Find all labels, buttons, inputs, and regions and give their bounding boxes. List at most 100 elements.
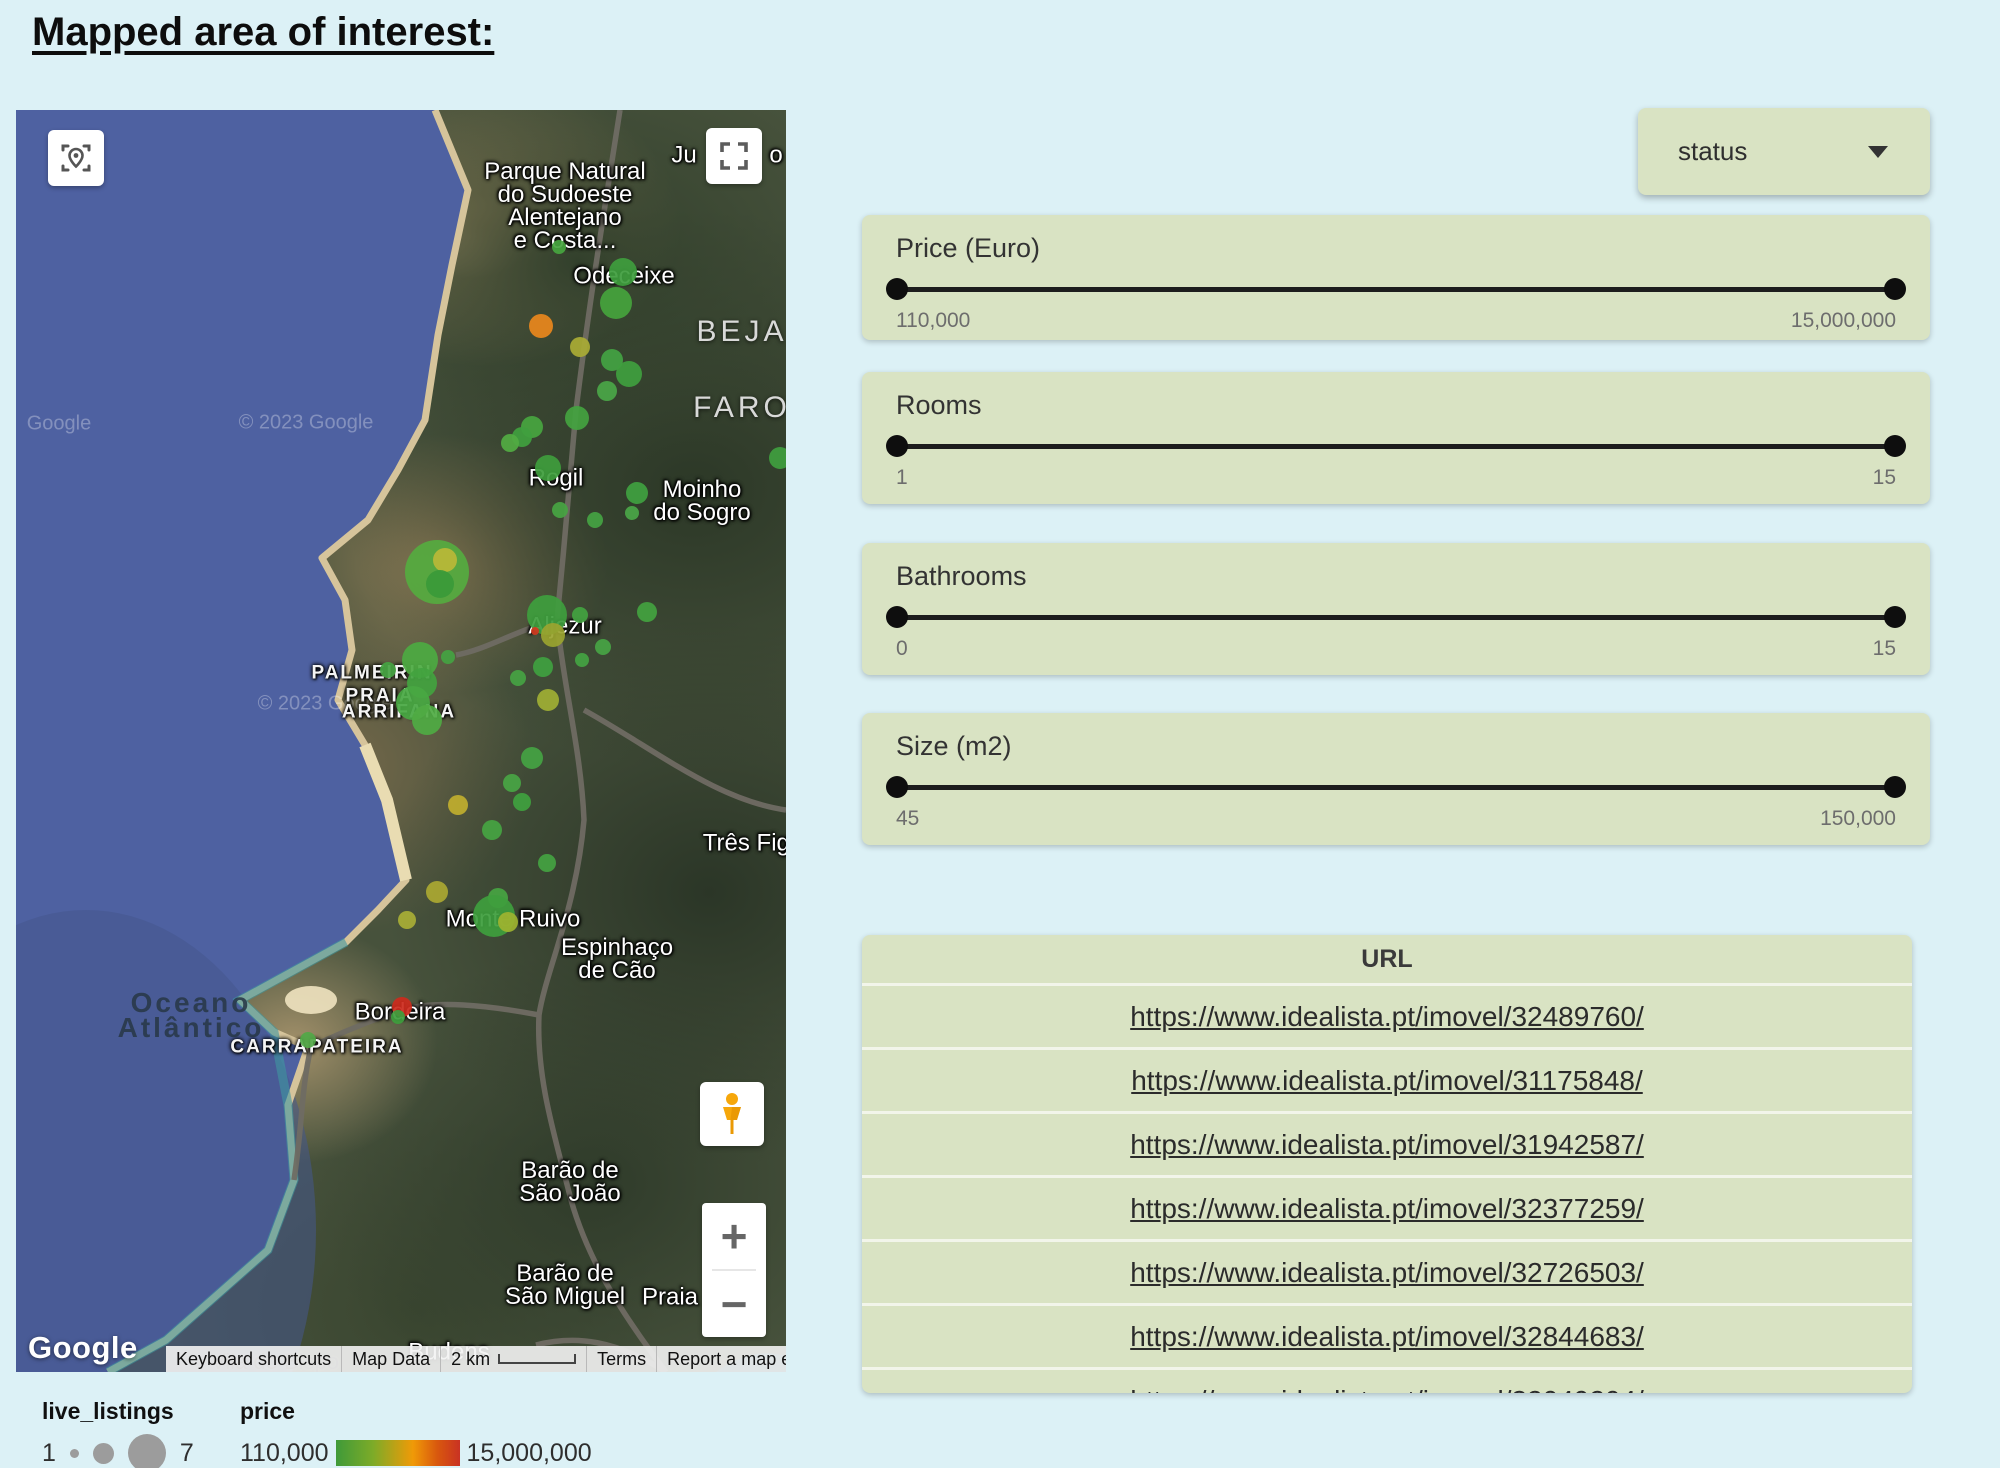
slider-label: Price (Euro) <box>896 233 1040 264</box>
listing-link[interactable]: https://www.idealista.pt/imovel/32844683… <box>1130 1321 1644 1353</box>
table-row: https://www.idealista.pt/imovel/32844683… <box>862 1303 1912 1367</box>
listing-dot[interactable] <box>552 502 568 518</box>
listing-dot[interactable] <box>572 607 588 623</box>
listing-dot[interactable] <box>533 657 553 677</box>
slider-label: Rooms <box>896 390 982 421</box>
dashboard-page: Mapped area of interest: Google© 2023 Go… <box>0 0 2000 1468</box>
map-canvas[interactable]: Google© 2023 Google© 2023 Google Parque … <box>16 110 786 1372</box>
report-map-error-link[interactable]: Report a map error <box>656 1346 786 1372</box>
scale-label: 2 km <box>451 1349 490 1370</box>
listing-dot[interactable] <box>538 854 556 872</box>
map-label-ju-fragment: Ju <box>671 144 696 167</box>
slider-min-value: 1 <box>896 466 908 490</box>
listing-dot[interactable] <box>510 670 526 686</box>
terms-link[interactable]: Terms <box>586 1346 656 1372</box>
listing-dot[interactable] <box>391 1010 405 1024</box>
listing-dot[interactable] <box>609 258 637 286</box>
slider-min-value: 45 <box>896 807 919 831</box>
listing-dot[interactable] <box>535 455 561 481</box>
slider-track[interactable] <box>896 615 1896 620</box>
listing-dot[interactable] <box>380 662 396 678</box>
slider-handle-max[interactable] <box>1884 278 1906 300</box>
table-row: https://www.idealista.pt/imovel/32377259… <box>862 1175 1912 1239</box>
map-label-parque-natural: Parque Naturaldo SudoesteAlentejanoe Cos… <box>484 160 645 252</box>
slider-track[interactable] <box>896 785 1896 790</box>
zoom-control: + − <box>702 1203 766 1337</box>
listing-dot[interactable] <box>587 512 603 528</box>
zoom-in-button[interactable]: + <box>702 1203 766 1269</box>
listing-dot[interactable] <box>600 287 632 319</box>
listing-dot[interactable] <box>412 705 442 735</box>
size-legend-title: live_listings <box>42 1398 174 1425</box>
listing-link[interactable]: https://www.idealista.pt/imovel/32726503… <box>1130 1257 1644 1289</box>
listing-dot[interactable] <box>570 337 590 357</box>
listing-dot[interactable] <box>503 774 521 792</box>
listing-link[interactable]: https://www.idealista.pt/imovel/32049204… <box>1130 1385 1644 1394</box>
listing-dot[interactable] <box>565 406 589 430</box>
area-select-button[interactable] <box>48 130 104 186</box>
slider-handle-max[interactable] <box>1884 606 1906 628</box>
listing-dot[interactable] <box>426 570 454 598</box>
map-label-faro: FARO <box>693 391 786 425</box>
slider-handle-max[interactable] <box>1884 776 1906 798</box>
price-legend-row: 110,000 15,000,000 <box>240 1434 592 1468</box>
listing-dot[interactable] <box>426 881 448 903</box>
fullscreen-button[interactable] <box>706 128 762 184</box>
listing-dot[interactable] <box>531 627 539 635</box>
listing-dot[interactable] <box>575 653 589 667</box>
listing-dot[interactable] <box>398 911 416 929</box>
listing-dot[interactable] <box>498 912 518 932</box>
size-legend-min: 1 <box>42 1439 56 1468</box>
price-legend-min: 110,000 <box>240 1439 329 1468</box>
slider-handle-min[interactable] <box>886 776 908 798</box>
listing-dot[interactable] <box>541 623 565 647</box>
listing-dot[interactable] <box>637 602 657 622</box>
listing-link[interactable]: https://www.idealista.pt/imovel/31175848… <box>1131 1065 1643 1097</box>
slider-handle-min[interactable] <box>886 606 908 628</box>
size-legend-row: 1 7 <box>42 1434 194 1468</box>
listing-dot[interactable] <box>433 548 457 572</box>
listing-dot[interactable] <box>625 506 639 520</box>
listing-link[interactable]: https://www.idealista.pt/imovel/32377259… <box>1130 1193 1644 1225</box>
slider-max-value: 15 <box>1873 637 1896 661</box>
listing-link[interactable]: https://www.idealista.pt/imovel/31942587… <box>1130 1129 1644 1161</box>
listing-dot[interactable] <box>300 1032 316 1048</box>
listing-dot[interactable] <box>441 650 455 664</box>
listing-dot[interactable] <box>616 361 642 387</box>
listing-link[interactable]: https://www.idealista.pt/imovel/32489760… <box>1130 1001 1644 1033</box>
listing-dot[interactable] <box>482 820 502 840</box>
slider-handle-min[interactable] <box>886 278 908 300</box>
google-logo[interactable]: Google <box>28 1330 138 1366</box>
table-row: https://www.idealista.pt/imovel/31942587… <box>862 1111 1912 1175</box>
listing-dot[interactable] <box>513 793 531 811</box>
listing-dot[interactable] <box>552 240 566 254</box>
listing-dot[interactable] <box>769 447 786 469</box>
keyboard-shortcuts-button[interactable]: Keyboard shortcuts <box>166 1346 341 1372</box>
map-watermark: Google <box>27 413 92 436</box>
zoom-out-button[interactable]: − <box>702 1271 766 1337</box>
slider-track[interactable] <box>896 287 1896 292</box>
map-label-moinho-do-sogro: Moinhodo Sogro <box>653 478 750 524</box>
listing-dot[interactable] <box>448 795 468 815</box>
listing-dot[interactable] <box>626 482 648 504</box>
slider-handle-max[interactable] <box>1884 435 1906 457</box>
slider-max-value: 150,000 <box>1820 807 1896 831</box>
listing-dot[interactable] <box>501 434 519 452</box>
listing-dot[interactable] <box>595 639 611 655</box>
pegman-button[interactable] <box>700 1082 764 1146</box>
listing-dot[interactable] <box>521 747 543 769</box>
listing-dot[interactable] <box>597 381 617 401</box>
scale-bar-icon <box>498 1353 576 1365</box>
filter-panel: Rooms115 <box>862 372 1930 504</box>
slider-track[interactable] <box>896 444 1896 449</box>
scale-control[interactable]: 2 km <box>440 1346 586 1372</box>
listing-dot[interactable] <box>529 314 553 338</box>
status-dropdown[interactable]: status <box>1638 108 1930 195</box>
slider-handle-min[interactable] <box>886 435 908 457</box>
map-data-label[interactable]: Map Data <box>341 1346 440 1372</box>
map-label-oceano-atlantico: OceanoAtlântico <box>118 990 265 1040</box>
size-dot-small <box>70 1449 79 1458</box>
listing-dot[interactable] <box>537 689 559 711</box>
map-label-tres-figo: Três Figo <box>703 832 786 855</box>
map-label-beja: BEJA <box>696 315 786 349</box>
